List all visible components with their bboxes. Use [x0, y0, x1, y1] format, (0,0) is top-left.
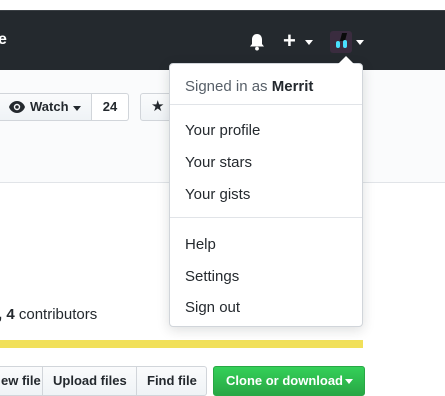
upload-files-button[interactable]: Upload files	[43, 366, 137, 396]
menu-item-sign-out[interactable]: Sign out	[185, 299, 240, 316]
star-icon: ★	[151, 98, 165, 115]
menu-item-your-profile[interactable]: Your profile	[185, 122, 260, 139]
create-new-button[interactable]: +	[283, 28, 317, 53]
watch-button[interactable]: Watch	[0, 93, 92, 121]
watch-label: Watch	[30, 99, 69, 114]
chevron-down-icon	[305, 40, 313, 45]
menu-item-your-gists[interactable]: Your gists	[185, 186, 250, 203]
menu-item-help[interactable]: Help	[185, 236, 216, 253]
avatar-chevron-down-icon[interactable]	[356, 40, 364, 45]
dropdown-pointer	[338, 56, 354, 64]
avatar-eye-right	[343, 40, 347, 48]
summary-fragment: ,	[0, 306, 2, 323]
header-title-fragment: e	[0, 31, 7, 48]
chevron-down-icon	[73, 106, 81, 111]
menu-item-your-stars[interactable]: Your stars	[185, 154, 252, 171]
language-bar[interactable]	[0, 340, 363, 348]
menu-divider	[170, 217, 362, 218]
menu-divider	[170, 104, 362, 105]
clone-download-label: Clone or download	[226, 373, 343, 388]
new-file-button[interactable]: ew file	[0, 366, 43, 396]
eye-icon	[9, 101, 25, 113]
contributors-count: 4	[6, 306, 15, 323]
clone-download-button[interactable]: Clone or download	[213, 366, 365, 396]
user-menu-dropdown: Signed in as Merrit Your profile Your st…	[169, 56, 363, 327]
signed-in-username: Merrit	[271, 78, 314, 95]
avatar[interactable]	[330, 31, 352, 53]
contributors-summary[interactable]: , 4 contributors	[0, 306, 97, 323]
watch-count[interactable]: 24	[91, 93, 129, 121]
find-file-button[interactable]: Find file	[137, 366, 207, 396]
bell-icon[interactable]	[247, 32, 267, 52]
plus-icon: +	[283, 28, 296, 53]
signed-in-header: Signed in as Merrit	[185, 78, 313, 95]
contributors-label: contributors	[18, 306, 98, 323]
global-header: e +	[0, 10, 445, 71]
top-strip	[0, 0, 445, 10]
signed-in-prefix: Signed in as	[185, 78, 268, 95]
avatar-eye-left	[336, 41, 340, 48]
chevron-down-icon	[345, 379, 353, 384]
menu-item-settings[interactable]: Settings	[185, 268, 239, 285]
